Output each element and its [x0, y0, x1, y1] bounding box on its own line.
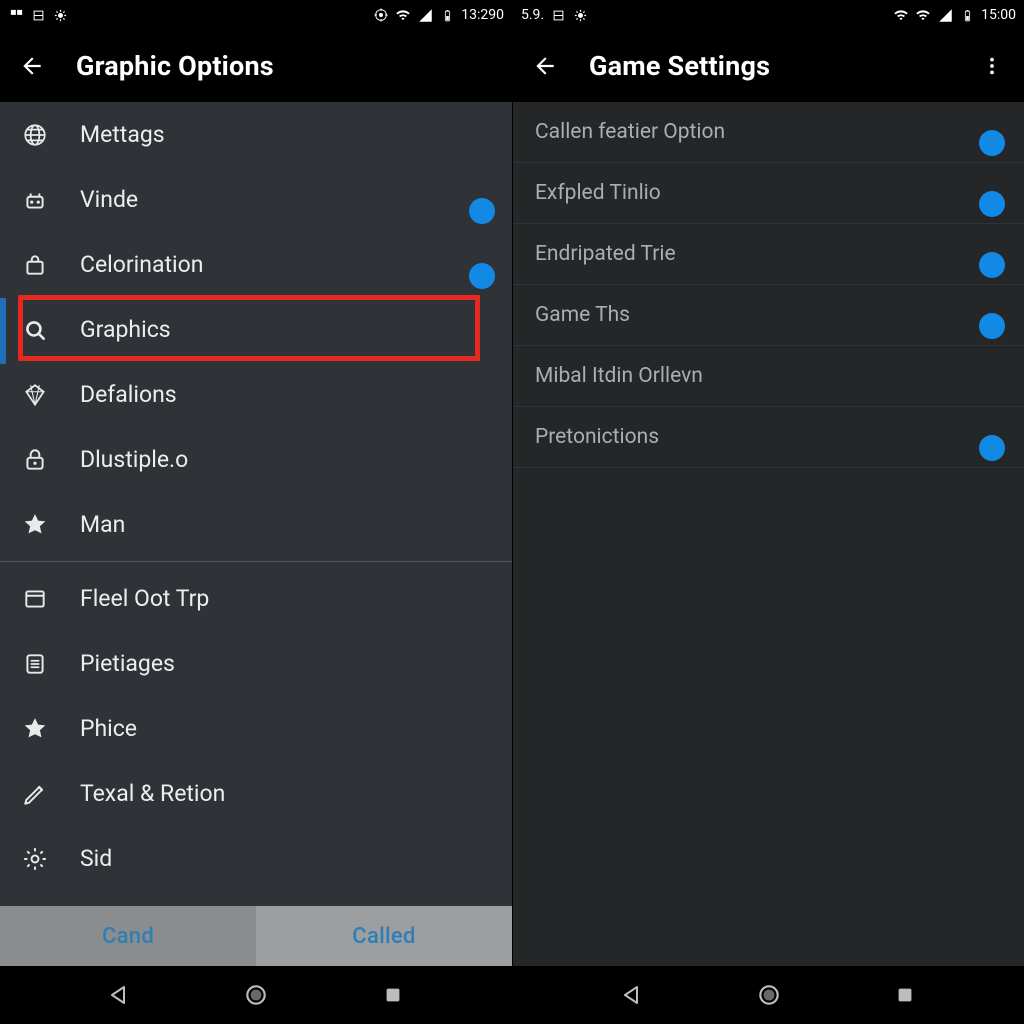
- settings-list: Callen featier Option Exfpled Tinlio Endri…: [513, 102, 1024, 966]
- battery-icon: [439, 7, 455, 23]
- list-item-label: Graphics: [80, 316, 492, 343]
- signal-icon: [937, 7, 953, 23]
- list-icon: [20, 649, 50, 679]
- nav-back-button[interactable]: [101, 977, 137, 1013]
- signal-icon: [417, 7, 433, 23]
- list-item-label: Dlustiple.o: [80, 446, 492, 473]
- list-item-label: Fleel Oot Trp: [80, 585, 492, 612]
- list-item[interactable]: Endripated Trie: [513, 224, 1024, 285]
- wifi-icon: [395, 7, 411, 23]
- list-item-label: Mettags: [80, 121, 492, 148]
- back-button[interactable]: [18, 52, 46, 80]
- list-item-label: Pietiages: [80, 650, 492, 677]
- list-item-label: Mibal Itdin Orllevn: [535, 364, 703, 388]
- status-text: 5.9.: [521, 7, 544, 23]
- list-item[interactable]: Texal & Retion: [0, 761, 512, 826]
- status-bar: 5.9. 15:00: [513, 0, 1024, 30]
- list-item[interactable]: Mibal Itdin Orllevn: [513, 346, 1024, 407]
- list-item[interactable]: Vinde: [0, 167, 512, 232]
- back-button[interactable]: [531, 52, 559, 80]
- list-item-label: Endripated Trie: [535, 242, 676, 266]
- cancel-button[interactable]: Cand: [0, 906, 256, 966]
- gear-icon: [20, 844, 50, 874]
- list-item[interactable]: Graphics: [0, 297, 512, 362]
- nav-home-button[interactable]: [238, 977, 274, 1013]
- robot-icon: [20, 185, 50, 215]
- battery-icon: [959, 7, 975, 23]
- window-icon: [20, 584, 50, 614]
- page-title: Graphic Options: [76, 50, 274, 82]
- overflow-menu-button[interactable]: [978, 52, 1006, 80]
- diamond-icon: [20, 380, 50, 410]
- list-item[interactable]: Mettags: [0, 102, 512, 167]
- page-title: Game Settings: [589, 50, 770, 82]
- android-nav-bar: [513, 966, 1024, 1024]
- list-item[interactable]: Callen featier Option: [513, 102, 1024, 163]
- status-icon: [8, 7, 24, 23]
- status-gear-icon: [52, 7, 68, 23]
- confirm-button[interactable]: Called: [256, 906, 512, 966]
- app-bar: Game Settings: [513, 30, 1024, 102]
- divider: [0, 561, 512, 562]
- list-item[interactable]: Man: [0, 492, 512, 557]
- status-bar: 13:290: [0, 0, 512, 30]
- nav-back-button[interactable]: [614, 977, 650, 1013]
- list-item[interactable]: Game Ths: [513, 285, 1024, 346]
- list-item[interactable]: Dlustiple.o: [0, 427, 512, 492]
- settings-list: Mettags Vinde Celorination Graphics Defalion…: [0, 102, 512, 906]
- nav-home-button[interactable]: [751, 977, 787, 1013]
- list-item[interactable]: Celorination: [0, 232, 512, 297]
- target-icon: [373, 7, 389, 23]
- list-item[interactable]: Pietiages: [0, 631, 512, 696]
- active-indicator: [0, 298, 6, 364]
- phone-left: 13:290 Graphic Options Mettags Vinde Celor…: [0, 0, 512, 1024]
- star-icon: [20, 510, 50, 540]
- list-item[interactable]: Fleel Oot Trp: [0, 566, 512, 631]
- globe-icon: [20, 120, 50, 150]
- lock-icon: [20, 445, 50, 475]
- android-nav-bar: [0, 966, 512, 1024]
- list-item-label: Vinde: [80, 186, 462, 213]
- action-bar: Cand Called: [0, 906, 512, 966]
- list-item-label: Exfpled Tinlio: [535, 181, 661, 205]
- list-item[interactable]: Defalions: [0, 362, 512, 427]
- status-time: 15:00: [981, 7, 1016, 23]
- status-icon: [550, 7, 566, 23]
- list-item-label: Defalions: [80, 381, 492, 408]
- list-item[interactable]: Pretonictions: [513, 407, 1024, 468]
- nav-recent-button[interactable]: [887, 977, 923, 1013]
- status-icon: [30, 7, 46, 23]
- list-item-label: Pretonictions: [535, 425, 659, 449]
- list-item-label: Callen featier Option: [535, 120, 725, 144]
- wifi-icon: [893, 7, 909, 23]
- app-bar: Graphic Options: [0, 30, 512, 102]
- list-item-label: Phice: [80, 715, 492, 742]
- list-item[interactable]: Phice: [0, 696, 512, 761]
- nav-recent-button[interactable]: [375, 977, 411, 1013]
- wifi-icon: [915, 7, 931, 23]
- list-item-label: Celorination: [80, 251, 462, 278]
- list-item-label: Man: [80, 511, 492, 538]
- list-item-label: Texal & Retion: [80, 780, 492, 807]
- list-item-label: Sid: [80, 845, 492, 872]
- phone-right: 5.9. 15:00 Game Settings Calle: [512, 0, 1024, 1024]
- status-gear-icon: [572, 7, 588, 23]
- list-item[interactable]: Exfpled Tinlio: [513, 163, 1024, 224]
- list-item[interactable]: Sid: [0, 826, 512, 891]
- pencil-icon: [20, 779, 50, 809]
- package-icon: [20, 250, 50, 280]
- status-time: 13:290: [461, 7, 504, 23]
- search-icon: [20, 315, 50, 345]
- list-item-label: Game Ths: [535, 303, 630, 327]
- star-icon: [20, 714, 50, 744]
